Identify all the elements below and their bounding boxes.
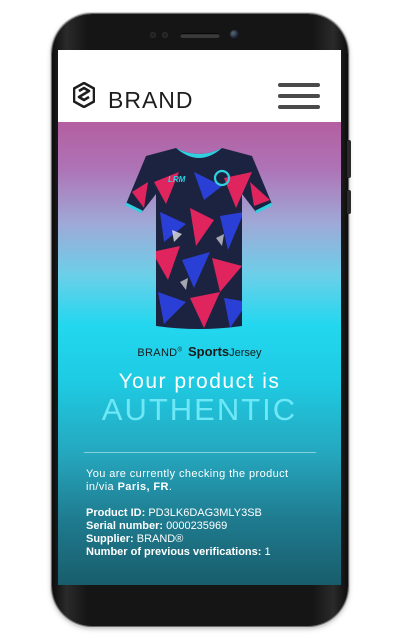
supplier-row: Supplier: BRAND®: [86, 533, 326, 546]
light-sensor: [162, 32, 168, 38]
product-id-value: PD3LK6DAG3MLY3SB: [148, 507, 262, 519]
brand-name: BRAND: [108, 87, 194, 113]
divider: [84, 452, 316, 453]
checking-location: Paris, FR: [117, 481, 169, 493]
brand-logo-icon: [73, 82, 95, 108]
phone-screen: BRAND LRM BRAND® SportsJersey Your produ…: [58, 50, 341, 585]
product-brand: BRAND: [137, 347, 178, 359]
product-name-rest: Jersey: [229, 347, 262, 359]
authentic-status: AUTHENTIC: [101, 392, 298, 427]
checking-location-suffix: .: [168, 481, 173, 493]
app-header: BRAND: [58, 50, 341, 122]
earpiece-speaker: [180, 33, 220, 38]
proximity-sensor: [150, 32, 156, 38]
serial-number-value: 0000235969: [166, 520, 228, 532]
verification-panel: LRM BRAND® SportsJersey Your product is …: [58, 122, 341, 585]
registered-mark: ®: [177, 347, 182, 354]
product-name-bold: Sports: [187, 344, 230, 359]
product-id-row: Product ID: PD3LK6DAG3MLY3SB: [86, 507, 326, 520]
power-button[interactable]: [347, 190, 351, 214]
front-camera-icon: [230, 30, 239, 39]
product-name: BRAND® SportsJersey: [58, 344, 341, 359]
previous-verifications-value: 1: [264, 546, 271, 558]
product-details: Product ID: PD3LK6DAG3MLY3SB Serial numb…: [86, 507, 326, 559]
verification-headline: Your product is: [118, 370, 281, 393]
product-id-label: Product ID:: [86, 507, 146, 519]
hamburger-menu-icon[interactable]: [278, 83, 320, 111]
serial-number-row: Serial number: 0000235969: [86, 520, 326, 533]
previous-verifications-label: Number of previous verifications:: [86, 546, 262, 558]
svg-text:LRM: LRM: [168, 175, 186, 184]
serial-number-label: Serial number:: [86, 520, 164, 532]
checking-text: You are currently checking the product i…: [86, 468, 289, 493]
jersey-image: LRM: [125, 148, 273, 329]
supplier-value: BRAND®: [136, 533, 184, 545]
supplier-label: Supplier:: [86, 533, 134, 545]
volume-button[interactable]: [347, 140, 351, 178]
checking-location-text: You are currently checking the product i…: [86, 468, 316, 494]
previous-verifications-row: Number of previous verifications: 1: [86, 546, 326, 559]
